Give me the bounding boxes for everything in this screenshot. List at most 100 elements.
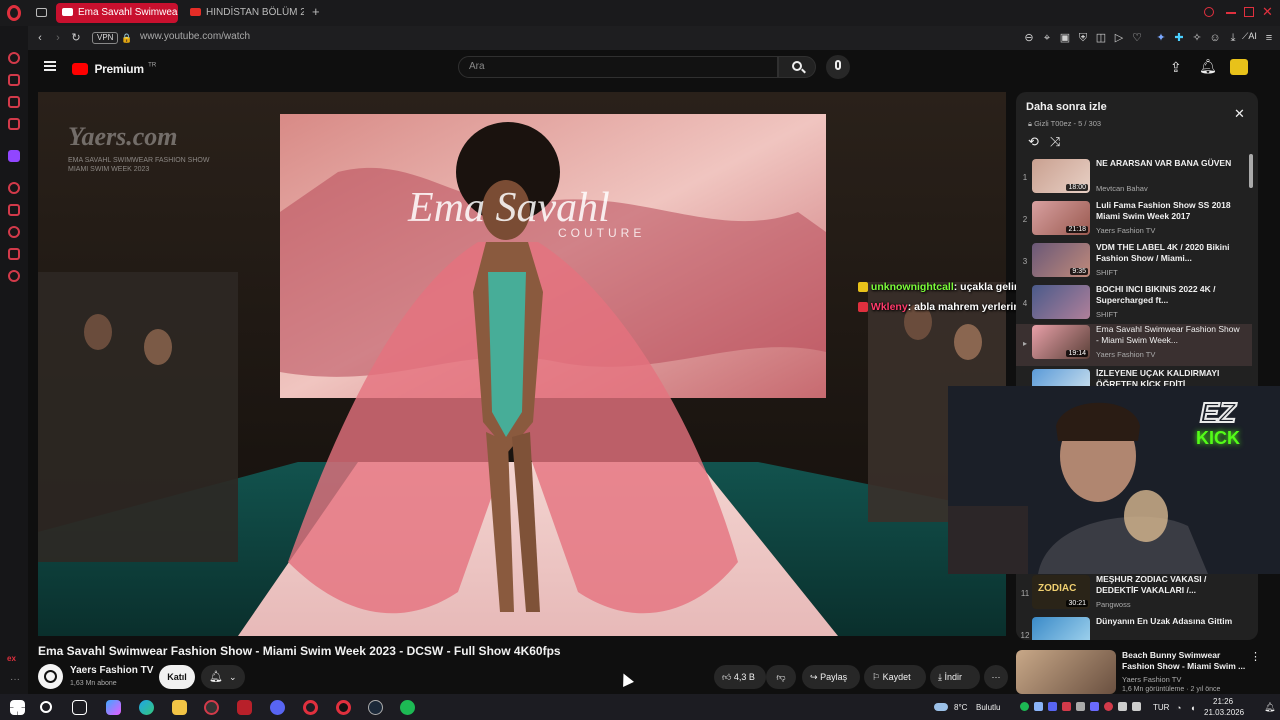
app-active-icon[interactable]: [204, 700, 219, 715]
url-field[interactable]: www.youtube.com/watch: [140, 31, 250, 42]
weather-temp[interactable]: 8°C: [954, 703, 967, 712]
forward-icon[interactable]: ›: [51, 31, 65, 45]
close-panel-button[interactable]: ✕: [1234, 106, 1245, 122]
settings-gear-icon[interactable]: [8, 270, 20, 282]
ai-button[interactable]: ⟋AI: [1242, 31, 1257, 42]
avatar[interactable]: [1230, 59, 1248, 75]
queue-item[interactable]: 1 18:00 NE ARARSAN VAR BANA GÜVEN Mevtca…: [1016, 158, 1252, 200]
search-button[interactable]: [778, 56, 816, 78]
queue-scrollbar[interactable]: [1249, 154, 1253, 188]
channel-avatar[interactable]: [38, 664, 63, 689]
screenshot-icon[interactable]: ◫: [1094, 31, 1108, 45]
extensions-puzzle-icon[interactable]: ✧: [1190, 31, 1204, 45]
video-title: Ema Savahl Swimwear Fashion Show - Miami…: [38, 644, 561, 658]
now-playing-icon: ▸: [1022, 339, 1027, 348]
search-input[interactable]: Ara: [458, 56, 778, 78]
vpn-badge[interactable]: VPN: [92, 32, 119, 44]
queue-item[interactable]: 2 21:18 Luli Fama Fashion Show SS 2018 M…: [1016, 200, 1252, 242]
opera-logo-icon[interactable]: [7, 5, 21, 21]
discord-icon[interactable]: [270, 700, 285, 715]
bookmark-icon[interactable]: [8, 204, 20, 216]
notification-bell-icon[interactable]: 🔔︎: [1264, 702, 1275, 713]
weather-text[interactable]: Bulutlu: [976, 703, 1000, 712]
tab-ema-savahl[interactable]: Ema Savahl Swimwear: [56, 3, 178, 23]
pin-icon[interactable]: ⌖: [1040, 31, 1054, 45]
queue-item-current[interactable]: ▸ 19:14 Ema Savahl Swimwear Fashion Show…: [1016, 324, 1252, 366]
youtube-logo[interactable]: Premium TR: [72, 60, 156, 78]
opera-icon[interactable]: [303, 700, 318, 715]
hamburger-menu-icon[interactable]: [44, 61, 56, 71]
spotify-icon[interactable]: [400, 700, 415, 715]
reload-icon[interactable]: ↻: [69, 31, 83, 45]
messenger-icon[interactable]: [8, 96, 20, 108]
join-button[interactable]: Katıl: [159, 665, 195, 689]
zoom-icon[interactable]: ⊖: [1022, 31, 1036, 45]
queue-item[interactable]: 12 Dünyanın En Uzak Adasına Gittim: [1016, 616, 1252, 640]
player-icon[interactable]: [8, 182, 20, 194]
clock-date[interactable]: 21.03.2026: [1204, 708, 1244, 717]
bag-icon[interactable]: [8, 74, 20, 86]
file-explorer-icon[interactable]: [172, 700, 187, 715]
search-tabs-icon[interactable]: [1204, 7, 1214, 17]
steam-icon[interactable]: [368, 700, 383, 715]
video-player[interactable]: Yaers.com EMA SAVAHL SWIMWEAR FASHION SH…: [38, 92, 1006, 636]
new-tab-button[interactable]: +: [312, 4, 320, 19]
play-icon[interactable]: ▷: [1112, 31, 1126, 45]
loop-icon[interactable]: ⟲: [1028, 134, 1039, 150]
like-button[interactable]: 👍︎ 4,3 B: [714, 665, 766, 689]
opera-ex-icon[interactable]: ex: [7, 654, 16, 663]
download-button[interactable]: ⤓ İndir: [930, 665, 980, 689]
suggested-video[interactable]: Beach Bunny Swimwear Fashion Show - Miam…: [1016, 650, 1266, 694]
download-icon[interactable]: ⤓: [1226, 31, 1240, 45]
edge-icon[interactable]: [139, 700, 154, 715]
share-button[interactable]: ↪ Paylaş: [802, 665, 860, 689]
task-view-icon[interactable]: [72, 700, 87, 715]
tray-icons[interactable]: [1020, 702, 1160, 712]
extensions-icon[interactable]: [8, 248, 20, 260]
tab-hindistan[interactable]: HINDİSTAN BÖLÜM 2: VAR: [184, 3, 304, 23]
shield-icon[interactable]: ⛨: [1076, 31, 1090, 45]
shuffle-icon[interactable]: ⤨: [1050, 134, 1060, 150]
channel-name[interactable]: Yaers Fashion TV: [70, 665, 153, 676]
language-indicator[interactable]: TUR: [1153, 703, 1169, 712]
volume-icon[interactable]: ◖: [1190, 703, 1195, 713]
clock-time[interactable]: 21:26: [1213, 697, 1233, 706]
extension-1-icon[interactable]: ✦: [1154, 31, 1168, 45]
windows-start-icon[interactable]: [10, 700, 25, 715]
tab-manager-icon[interactable]: [36, 8, 47, 17]
back-icon[interactable]: ‹: [33, 31, 47, 45]
heart-icon[interactable]: ♡: [1130, 31, 1144, 45]
snapshot-icon[interactable]: ▣: [1058, 31, 1072, 45]
more-actions-button[interactable]: ···: [984, 665, 1008, 689]
queue-item[interactable]: 3 9:35 VDM THE LABEL 4K / 2020 Bikini Fa…: [1016, 242, 1252, 284]
dislike-button[interactable]: 👎︎: [766, 665, 796, 689]
news-icon[interactable]: [8, 118, 20, 130]
video-thumbnail: [1032, 617, 1090, 640]
queue-item[interactable]: 4 BOCHI INCI BIKINIS 2022 4K / Superchar…: [1016, 284, 1252, 326]
upload-icon[interactable]: ⇪: [1170, 59, 1182, 76]
copilot-icon[interactable]: [106, 700, 121, 715]
search-icon[interactable]: [40, 701, 52, 713]
minimize-button[interactable]: [1226, 12, 1236, 14]
video-app-icon[interactable]: [237, 700, 252, 715]
more-icon[interactable]: ···: [10, 674, 20, 685]
more-vert-icon[interactable]: ⋮: [1250, 650, 1261, 663]
aria-icon[interactable]: [8, 52, 20, 64]
save-button[interactable]: ⚐ Kaydet: [864, 665, 926, 689]
opera-gx-icon[interactable]: [336, 700, 351, 715]
youtube-favicon-icon: [190, 8, 201, 16]
subscribed-button[interactable]: 🔔︎ ⌄: [201, 665, 245, 689]
menu-icon[interactable]: ≡: [1262, 31, 1276, 45]
twitch-icon[interactable]: [8, 150, 20, 162]
account-icon[interactable]: ☺: [1208, 31, 1222, 45]
extension-2-icon[interactable]: ✚: [1172, 31, 1186, 45]
queue-item[interactable]: 11 ZODIAC 30:21 MEŞHUR ZODIAC VAKASI / D…: [1016, 574, 1252, 616]
history-icon[interactable]: [8, 226, 20, 238]
maximize-button[interactable]: [1244, 7, 1254, 17]
close-window-button[interactable]: ✕: [1262, 5, 1273, 19]
lock-icon[interactable]: 🔒: [120, 31, 134, 45]
notifications-bell-icon[interactable]: 🔔︎: [1199, 58, 1217, 75]
voice-search-button[interactable]: [826, 55, 850, 79]
weather-icon[interactable]: [934, 703, 948, 711]
network-icon[interactable]: ◔: [1176, 703, 1181, 713]
